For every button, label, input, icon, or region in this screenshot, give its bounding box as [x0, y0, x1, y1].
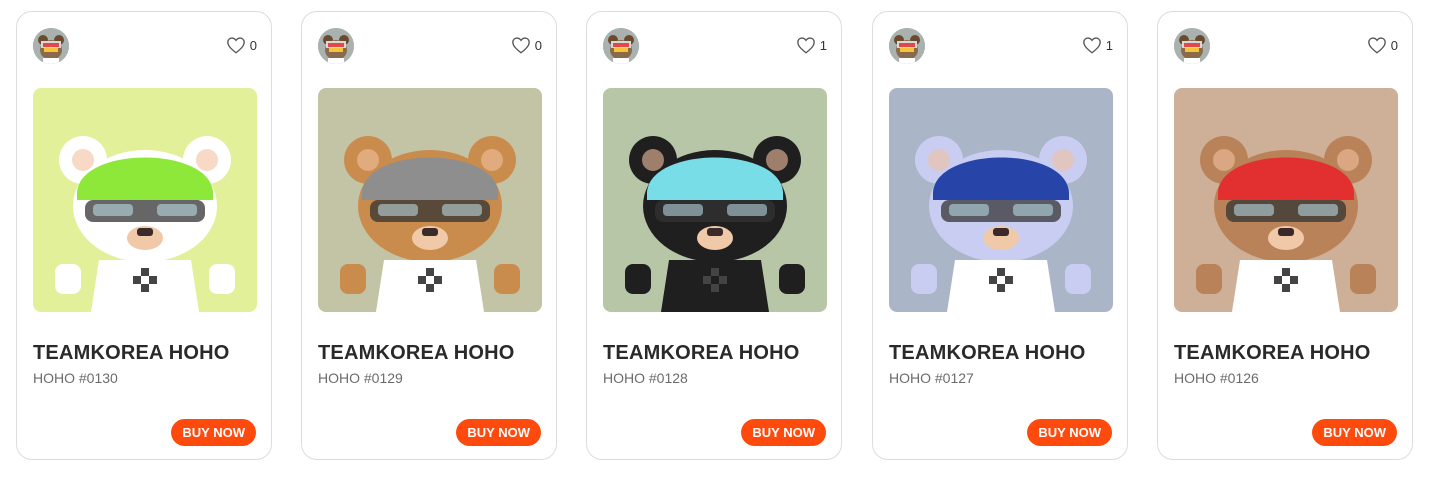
nft-card-grid: 0 TEAMKOREA HOHO HOHO #0130 BUY NOW 0 TE…	[0, 0, 1435, 477]
heart-icon	[796, 36, 816, 54]
like-button[interactable]: 0	[226, 36, 257, 54]
card-title: TEAMKOREA HOHO	[318, 342, 515, 364]
nft-artwork[interactable]	[318, 88, 542, 312]
like-count: 0	[1390, 37, 1398, 53]
nft-card[interactable]: 0	[1157, 11, 1413, 460]
card-title: TEAMKOREA HOHO	[603, 342, 800, 364]
nft-card[interactable]: 1	[586, 11, 842, 460]
heart-icon	[226, 36, 246, 54]
like-count: 0	[534, 37, 542, 53]
creator-avatar[interactable]	[603, 28, 639, 64]
nft-artwork[interactable]	[1174, 88, 1398, 312]
nft-artwork[interactable]	[603, 88, 827, 312]
nft-artwork[interactable]	[889, 88, 1113, 312]
like-count: 0	[249, 37, 257, 53]
buy-now-button[interactable]: BUY NOW	[1027, 419, 1112, 446]
token-id: HOHO #0127	[889, 370, 974, 386]
heart-icon	[1082, 36, 1102, 54]
nft-card[interactable]: 0	[301, 11, 557, 460]
nft-card[interactable]: 1	[872, 11, 1128, 460]
creator-avatar[interactable]	[318, 28, 354, 64]
card-title: TEAMKOREA HOHO	[889, 342, 1086, 364]
heart-icon	[1367, 36, 1387, 54]
creator-avatar[interactable]	[1174, 28, 1210, 64]
token-id: HOHO #0126	[1174, 370, 1259, 386]
card-title: TEAMKOREA HOHO	[33, 342, 230, 364]
buy-now-button[interactable]: BUY NOW	[741, 419, 826, 446]
token-id: HOHO #0130	[33, 370, 118, 386]
nft-card[interactable]: 0	[16, 11, 272, 460]
creator-avatar[interactable]	[889, 28, 925, 64]
like-button[interactable]: 1	[796, 36, 827, 54]
nft-artwork[interactable]	[33, 88, 257, 312]
like-count: 1	[819, 37, 827, 53]
buy-now-button[interactable]: BUY NOW	[1312, 419, 1397, 446]
token-id: HOHO #0129	[318, 370, 403, 386]
buy-now-button[interactable]: BUY NOW	[456, 419, 541, 446]
token-id: HOHO #0128	[603, 370, 688, 386]
heart-icon	[511, 36, 531, 54]
creator-avatar[interactable]	[33, 28, 69, 64]
like-button[interactable]: 0	[1367, 36, 1398, 54]
like-button[interactable]: 1	[1082, 36, 1113, 54]
buy-now-button[interactable]: BUY NOW	[171, 419, 256, 446]
like-button[interactable]: 0	[511, 36, 542, 54]
card-title: TEAMKOREA HOHO	[1174, 342, 1371, 364]
like-count: 1	[1105, 37, 1113, 53]
